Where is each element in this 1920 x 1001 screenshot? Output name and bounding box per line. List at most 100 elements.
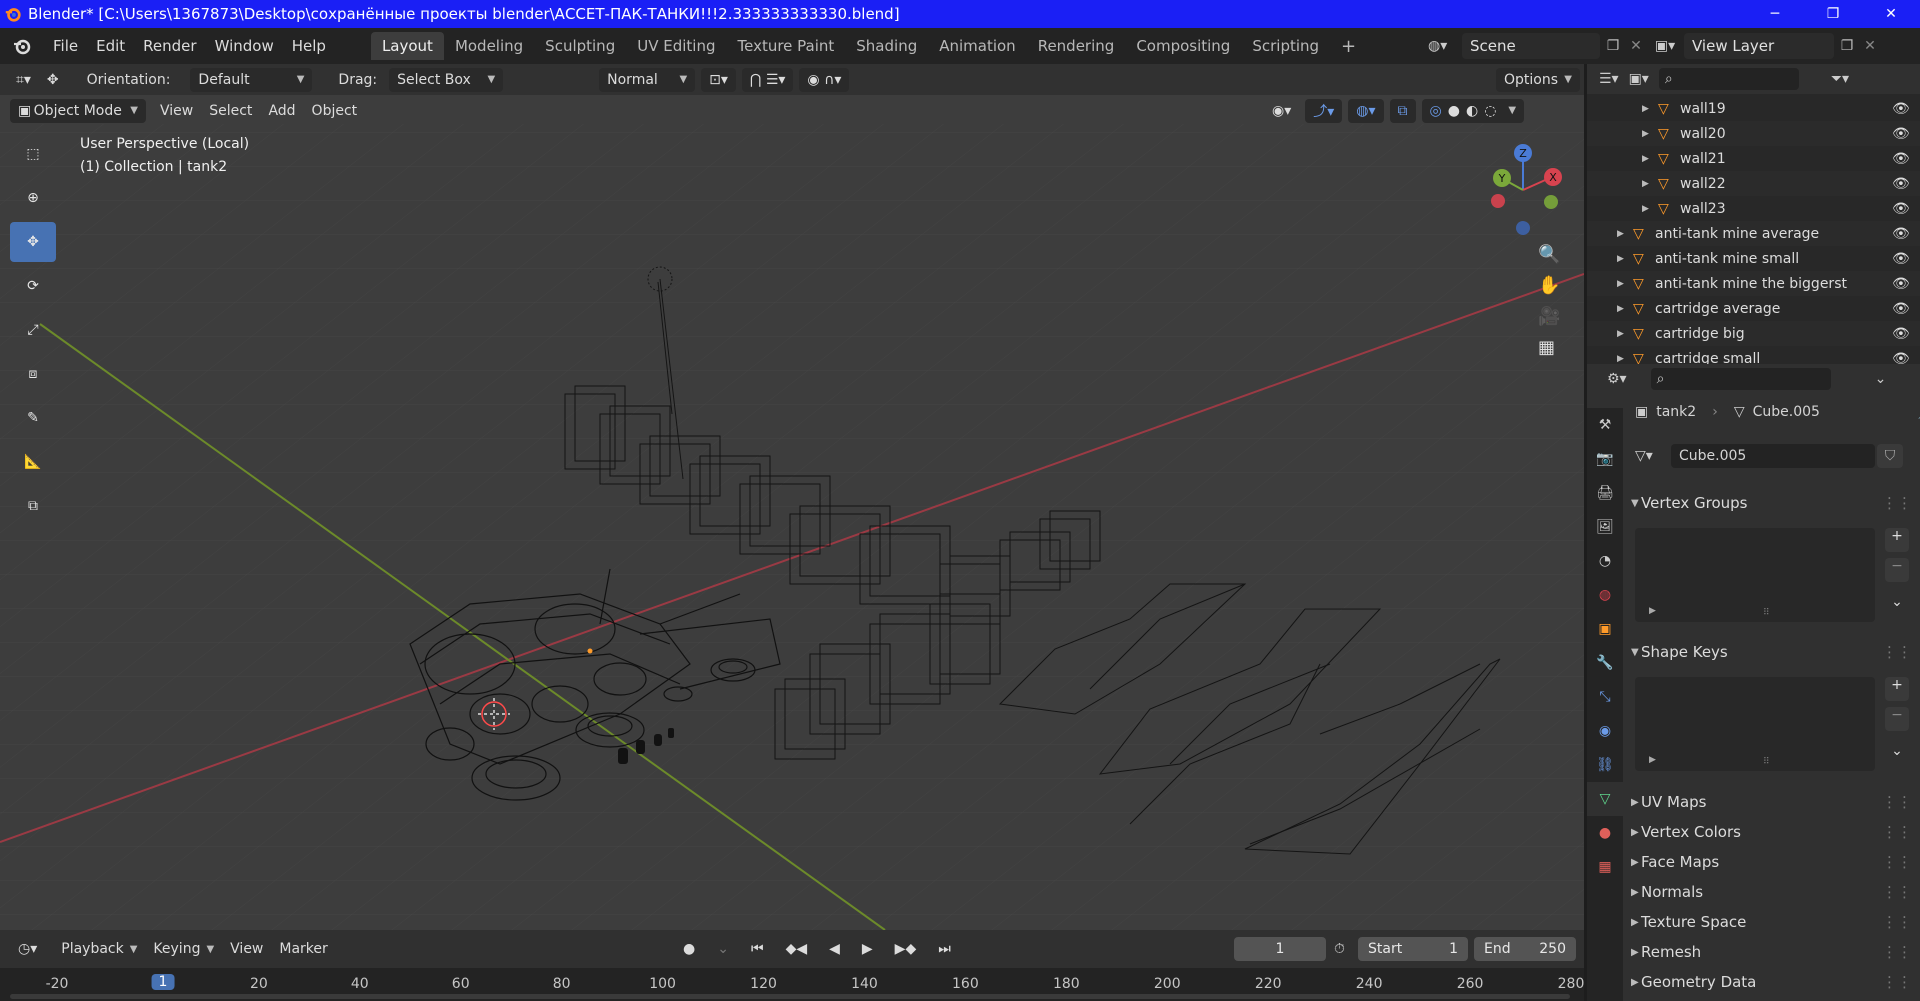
viewport-menu-view[interactable]: View xyxy=(152,99,201,123)
new-view-layer-icon[interactable]: ❐ xyxy=(1834,38,1860,54)
snap-button[interactable]: ⋂ ☰▾ xyxy=(741,67,794,92)
properties-search-input[interactable]: ⌕ xyxy=(1650,368,1831,390)
play-reverse-icon[interactable]: ◀ xyxy=(821,937,848,961)
filter-icon[interactable]: ⏷▾ xyxy=(1831,71,1849,87)
collapsed-panel-header[interactable]: ▶ Geometry Data ⋮⋮ xyxy=(1623,968,1920,996)
menu-edit[interactable]: Edit xyxy=(87,32,134,60)
outliner-row[interactable]: ▶ ▽ wall21 👁 xyxy=(1587,146,1920,171)
play-icon[interactable]: ▶ xyxy=(854,937,881,961)
drag-handle-icon[interactable]: ⋮⋮ xyxy=(1882,943,1912,961)
expand-triangle-icon[interactable]: ▶ xyxy=(1617,229,1624,239)
wireframe-shading-icon[interactable]: ◎ xyxy=(1430,103,1442,119)
minimize-button[interactable]: ─ xyxy=(1746,0,1804,28)
tab-animation[interactable]: Animation xyxy=(928,32,1026,60)
select-box-tool[interactable]: ⬚ xyxy=(10,134,56,174)
vertex-groups-list[interactable]: ▶ ⠿ xyxy=(1635,528,1875,622)
mode-dropdown[interactable]: ▣ Object Mode ▼ xyxy=(10,98,146,123)
move-tool[interactable]: ✥ xyxy=(10,222,56,262)
maximize-button[interactable]: ❐ xyxy=(1804,0,1862,28)
texture-tab[interactable]: ▦ xyxy=(1587,850,1623,884)
particles-tab[interactable]: ⤡ xyxy=(1587,680,1623,714)
visibility-eye-icon[interactable]: 👁 xyxy=(1892,301,1910,317)
material-tab[interactable]: ● xyxy=(1587,816,1623,850)
timeline-scrollbar[interactable] xyxy=(10,994,1570,999)
expand-triangle-icon[interactable]: ▶ xyxy=(1617,354,1624,364)
outliner-row[interactable]: ▶ ▽ wall23 👁 xyxy=(1587,196,1920,221)
pivot-dropdown[interactable]: Normal ▼ xyxy=(599,67,696,92)
menu-render[interactable]: Render xyxy=(134,32,205,60)
tab-layout[interactable]: Layout xyxy=(370,32,444,60)
mesh-name-field[interactable]: Cube.005 xyxy=(1671,444,1875,468)
start-frame-field[interactable]: Start 1 xyxy=(1358,937,1468,961)
expand-triangle-icon[interactable]: ▶ xyxy=(1642,204,1649,214)
menu-help[interactable]: Help xyxy=(283,32,335,60)
properties-editor-icon[interactable]: ⚙▾ xyxy=(1607,371,1627,387)
mesh-browse-icon[interactable]: ▽▾ xyxy=(1635,448,1671,464)
drag-handle-icon[interactable]: ⋮⋮ xyxy=(1882,913,1912,931)
add-cube-tool[interactable]: ⧉ xyxy=(10,486,56,526)
orientation-dropdown[interactable]: Default ▼ xyxy=(190,67,313,92)
annotate-tool[interactable]: ✎ xyxy=(10,398,56,438)
remove-shape-key-button[interactable]: − xyxy=(1885,707,1909,731)
drag-handle-icon[interactable]: ⋮⋮ xyxy=(1882,793,1912,811)
pan-view-icon[interactable]: ✋ xyxy=(1538,275,1560,296)
menu-window[interactable]: Window xyxy=(206,32,283,60)
measure-tool[interactable]: 📐 xyxy=(10,442,56,482)
drag-handle-icon[interactable]: ⋮⋮ xyxy=(1882,853,1912,871)
xray-toggle-icon[interactable]: ⧉ xyxy=(1389,98,1416,123)
expand-triangle-icon[interactable]: ▶ xyxy=(1642,129,1649,139)
drag-handle-icon[interactable]: ⋮⋮ xyxy=(1882,643,1912,661)
vertex-group-specials-button[interactable]: ⌄ xyxy=(1885,594,1909,618)
outliner-row[interactable]: ▶ ▽ anti-tank mine the biggerst 👁 xyxy=(1587,271,1920,296)
jump-to-start-icon[interactable]: ⏮ xyxy=(743,937,772,961)
close-button[interactable]: ✕ xyxy=(1862,0,1920,28)
jump-to-end-icon[interactable]: ⏭ xyxy=(930,937,959,961)
transform-tool-icon[interactable]: ✥ xyxy=(39,68,67,92)
scene-name-field[interactable]: Scene xyxy=(1462,33,1600,59)
shape-key-specials-button[interactable]: ⌄ xyxy=(1885,743,1909,767)
stopwatch-icon[interactable]: ⏱ xyxy=(1334,941,1345,957)
fake-user-shield-icon[interactable]: ⛉ xyxy=(1877,444,1903,468)
expand-triangle-icon[interactable]: ▶ xyxy=(1649,606,1656,616)
proportional-edit-button[interactable]: ◉ ∩▾ xyxy=(799,67,850,92)
auto-key-options-icon[interactable]: ⌄ xyxy=(709,937,737,961)
outliner-row[interactable]: ▶ ▽ wall20 👁 xyxy=(1587,121,1920,146)
resize-handle-icon[interactable]: ⠿ xyxy=(1763,757,1770,767)
remove-scene-icon[interactable]: ✕ xyxy=(1626,38,1646,54)
view-layer-name-field[interactable]: View Layer xyxy=(1684,33,1834,59)
camera-view-icon[interactable]: 🎥 xyxy=(1538,306,1560,327)
end-frame-field[interactable]: End 250 xyxy=(1474,937,1576,961)
snap-target-button[interactable]: ⊡▾ xyxy=(701,67,736,92)
mesh-data-tab[interactable]: ▽ xyxy=(1587,782,1623,816)
collapsed-panel-header[interactable]: ▶ Remesh ⋮⋮ xyxy=(1623,938,1920,966)
outliner-row[interactable]: ▶ ▽ cartridge average 👁 xyxy=(1587,296,1920,321)
expand-triangle-icon[interactable]: ▶ xyxy=(1642,179,1649,189)
add-workspace-button[interactable]: + xyxy=(1330,32,1367,60)
collapsed-panel-header[interactable]: ▶ Vertex Colors ⋮⋮ xyxy=(1623,818,1920,846)
outliner-panel[interactable]: ☰▾ ▣▾ ⌕ ⏷▾ ▶ ▽ wall19 👁 ▶ ▽ wall20 👁 ▶ ▽ wall21 👁 ▶ ▽… xyxy=(1587,64,1920,364)
scene-tab[interactable]: ◔ xyxy=(1587,544,1623,578)
outliner-search-input[interactable]: ⌕ xyxy=(1658,68,1799,90)
expand-triangle-icon[interactable]: ▶ xyxy=(1642,154,1649,164)
output-tab[interactable]: 🖨 xyxy=(1587,476,1623,510)
tab-rendering[interactable]: Rendering xyxy=(1027,32,1126,60)
tab-sculpting[interactable]: Sculpting xyxy=(534,32,626,60)
chevron-down-icon[interactable]: ▼ xyxy=(1508,105,1516,116)
editor-type-button[interactable]: ⌗▾ xyxy=(8,68,39,92)
rendered-shading-icon[interactable]: ◌ xyxy=(1484,103,1496,119)
visibility-eye-icon[interactable]: 👁 xyxy=(1892,251,1910,267)
view-layer-tab[interactable]: 🖼 xyxy=(1587,510,1623,544)
jump-to-prev-keyframe-icon[interactable]: ◆◀ xyxy=(778,937,816,961)
resize-handle-icon[interactable]: ⠿ xyxy=(1763,608,1770,618)
expand-triangle-icon[interactable]: ▶ xyxy=(1617,304,1624,314)
shape-keys-list[interactable]: ▶ ⠿ xyxy=(1635,677,1875,771)
outliner-row[interactable]: ▶ ▽ wall19 👁 xyxy=(1587,96,1920,121)
scale-tool[interactable]: ⤢ xyxy=(10,310,56,350)
render-tab[interactable]: 📷 xyxy=(1587,442,1623,476)
material-shading-icon[interactable]: ◐ xyxy=(1466,103,1478,119)
viewport-menu-add[interactable]: Add xyxy=(260,99,303,123)
outliner-row[interactable]: ▶ ▽ cartridge big 👁 xyxy=(1587,321,1920,346)
options-dropdown[interactable]: Options ▼ xyxy=(1496,67,1580,92)
viewport-menu-select[interactable]: Select xyxy=(201,99,260,123)
properties-panel[interactable]: ⚙▾ ⌕ ⌄ ⚒ 📷 🖨 🖼 ◔ ◍ ▣ 🔧 ⤡ ◉ ⛓ ▽ ● ▦ ▣ tan… xyxy=(1587,364,1920,1001)
